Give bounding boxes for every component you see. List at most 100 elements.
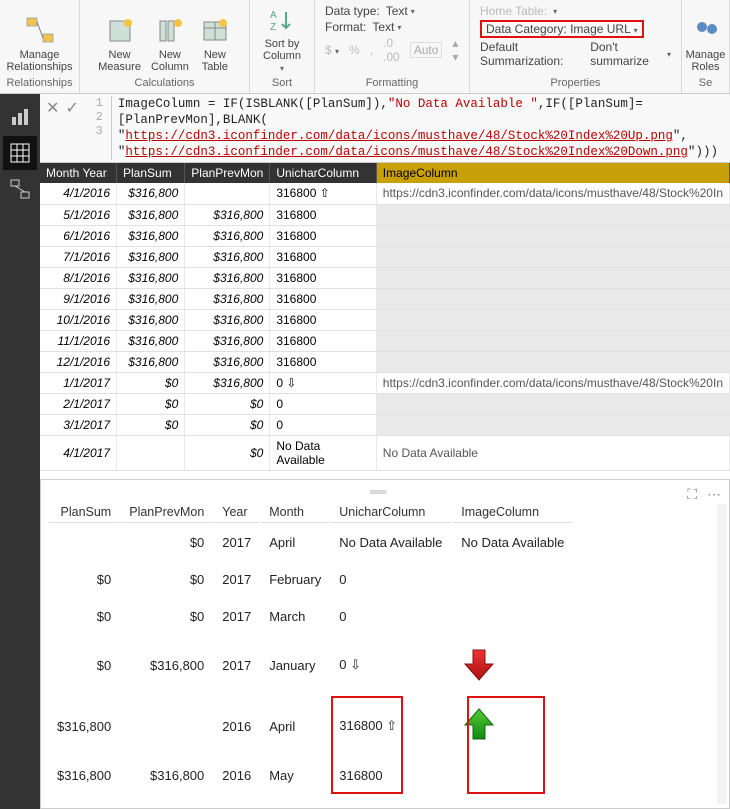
- vcell-month[interactable]: April: [261, 525, 329, 560]
- table-row[interactable]: 2/1/2017 $0 $0 0: [40, 393, 730, 414]
- vcell-unichar[interactable]: 0: [331, 599, 451, 634]
- manage-roles-button[interactable]: Manage Roles: [682, 3, 730, 75]
- cell-monthyear[interactable]: 9/1/2016: [40, 288, 117, 309]
- model-view-button[interactable]: [3, 172, 37, 206]
- col-imagecolumn[interactable]: ImageColumn: [376, 163, 729, 183]
- vcell-planprev[interactable]: [121, 697, 212, 756]
- vcol-plansum[interactable]: PlanSum: [49, 502, 119, 523]
- cell-imagecol[interactable]: [376, 204, 729, 225]
- cell-monthyear[interactable]: 7/1/2016: [40, 246, 117, 267]
- manage-relationships-button[interactable]: Manage Relationships: [2, 3, 76, 75]
- vcol-planprev[interactable]: PlanPrevMon: [121, 502, 212, 523]
- cell-imagecol[interactable]: [376, 309, 729, 330]
- vcol-imagecol[interactable]: ImageColumn: [453, 502, 573, 523]
- vcell-unichar[interactable]: 0: [331, 562, 451, 597]
- vcell-image[interactable]: No Data Available: [453, 525, 573, 560]
- cell-planprev[interactable]: [185, 183, 270, 204]
- data-category-dropdown[interactable]: Data Category: Image URL ▾: [480, 20, 644, 38]
- currency-button[interactable]: $ ▾: [325, 43, 339, 57]
- cell-planprev[interactable]: $316,800: [185, 225, 270, 246]
- table-row[interactable]: 3/1/2017 $0 $0 0: [40, 414, 730, 435]
- cell-imagecol[interactable]: [376, 414, 729, 435]
- vcell-year[interactable]: 2017: [214, 562, 259, 597]
- vcol-month[interactable]: Month: [261, 502, 329, 523]
- new-measure-button[interactable]: New Measure: [94, 3, 145, 75]
- vcell-month[interactable]: May: [261, 758, 329, 793]
- table-row[interactable]: 10/1/2016 $316,800 $316,800 316800: [40, 309, 730, 330]
- cell-plansum[interactable]: $316,800: [117, 246, 185, 267]
- vcol-unichar[interactable]: UnicharColumn: [331, 502, 451, 523]
- vcell-plansum[interactable]: $0: [49, 562, 119, 597]
- vcell-year[interactable]: 2017: [214, 525, 259, 560]
- auto-decimals[interactable]: Auto: [410, 42, 443, 58]
- cell-planprev[interactable]: $0: [185, 414, 270, 435]
- data-grid[interactable]: Month Year PlanSum PlanPrevMon UnicharCo…: [40, 163, 730, 471]
- comma-button[interactable]: ,: [370, 43, 373, 57]
- table-row[interactable]: 4/1/2016 $316,800 316800 ⇧ https://cdn3.…: [40, 183, 730, 204]
- cell-plansum[interactable]: $0: [117, 414, 185, 435]
- vcell-month[interactable]: March: [261, 599, 329, 634]
- table-row[interactable]: 9/1/2016 $316,800 $316,800 316800: [40, 288, 730, 309]
- cell-imagecol[interactable]: [376, 288, 729, 309]
- table-row[interactable]: 5/1/2016 $316,800 $316,800 316800: [40, 204, 730, 225]
- visual-row[interactable]: $0 $316,800 2017 January 0 ⇩: [49, 636, 573, 695]
- vcell-planprev[interactable]: $316,800: [121, 636, 212, 695]
- drag-handle-icon[interactable]: ══: [370, 484, 400, 490]
- cell-imagecol[interactable]: [376, 225, 729, 246]
- vcell-planprev[interactable]: $0: [121, 599, 212, 634]
- table-row[interactable]: 12/1/2016 $316,800 $316,800 316800: [40, 351, 730, 372]
- cell-unichar[interactable]: 316800: [270, 246, 376, 267]
- cell-imagecol[interactable]: [376, 246, 729, 267]
- percent-button[interactable]: %: [349, 43, 360, 57]
- new-column-button[interactable]: New Column: [147, 3, 193, 75]
- datatype-dropdown[interactable]: Text ▾: [386, 4, 415, 18]
- vcell-planprev[interactable]: $0: [121, 562, 212, 597]
- cell-planprev[interactable]: $316,800: [185, 204, 270, 225]
- vcell-plansum[interactable]: $0: [49, 636, 119, 695]
- cell-unichar[interactable]: 316800: [270, 225, 376, 246]
- col-planprev[interactable]: PlanPrevMon: [185, 163, 270, 183]
- cell-plansum[interactable]: $316,800: [117, 267, 185, 288]
- new-table-button[interactable]: New Table: [195, 3, 235, 75]
- vcell-year[interactable]: 2017: [214, 599, 259, 634]
- cell-plansum[interactable]: $316,800: [117, 288, 185, 309]
- cell-unichar[interactable]: 316800: [270, 204, 376, 225]
- summarization-dropdown[interactable]: Don't summarize ▾: [590, 40, 671, 68]
- cell-planprev[interactable]: $0: [185, 435, 270, 470]
- sort-by-column-button[interactable]: AZ Sort by Column ▾: [259, 3, 305, 75]
- report-view-button[interactable]: [3, 100, 37, 134]
- cell-monthyear[interactable]: 5/1/2016: [40, 204, 117, 225]
- vcell-unichar[interactable]: 0 ⇩: [331, 636, 451, 695]
- data-view-button[interactable]: [3, 136, 37, 170]
- col-monthyear[interactable]: Month Year: [40, 163, 117, 183]
- cell-planprev[interactable]: $316,800: [185, 330, 270, 351]
- cancel-formula-button[interactable]: ✕: [46, 98, 59, 118]
- vcell-image[interactable]: [453, 562, 573, 597]
- cell-monthyear[interactable]: 4/1/2017: [40, 435, 117, 470]
- cell-unichar[interactable]: 316800: [270, 267, 376, 288]
- cell-plansum[interactable]: $316,800: [117, 204, 185, 225]
- format-dropdown[interactable]: Text ▾: [372, 20, 401, 34]
- vcell-month[interactable]: January: [261, 636, 329, 695]
- cell-planprev[interactable]: $0: [185, 393, 270, 414]
- cell-planprev[interactable]: $316,800: [185, 288, 270, 309]
- cell-imagecol[interactable]: [376, 351, 729, 372]
- table-row[interactable]: 1/1/2017 $0 $316,800 0 ⇩ https://cdn3.ic…: [40, 372, 730, 393]
- vcell-year[interactable]: 2017: [214, 636, 259, 695]
- cell-plansum[interactable]: $316,800: [117, 225, 185, 246]
- scrollbar[interactable]: [717, 504, 727, 804]
- cell-unichar[interactable]: 316800: [270, 309, 376, 330]
- cell-planprev[interactable]: $316,800: [185, 267, 270, 288]
- visual-row[interactable]: $0 2017 April No Data Available No Data …: [49, 525, 573, 560]
- cell-plansum[interactable]: $0: [117, 372, 185, 393]
- decimal-button[interactable]: .0.00: [383, 36, 400, 64]
- cell-planprev[interactable]: $316,800: [185, 309, 270, 330]
- more-options-button[interactable]: ⋯: [707, 486, 721, 503]
- cell-unichar[interactable]: 316800: [270, 288, 376, 309]
- vcell-plansum[interactable]: [49, 525, 119, 560]
- cell-unichar[interactable]: 0: [270, 393, 376, 414]
- cell-unichar[interactable]: No Data Available: [270, 435, 376, 470]
- cell-monthyear[interactable]: 4/1/2016: [40, 183, 117, 204]
- cell-imagecol[interactable]: https://cdn3.iconfinder.com/data/icons/m…: [376, 372, 729, 393]
- vcell-image[interactable]: [453, 636, 573, 695]
